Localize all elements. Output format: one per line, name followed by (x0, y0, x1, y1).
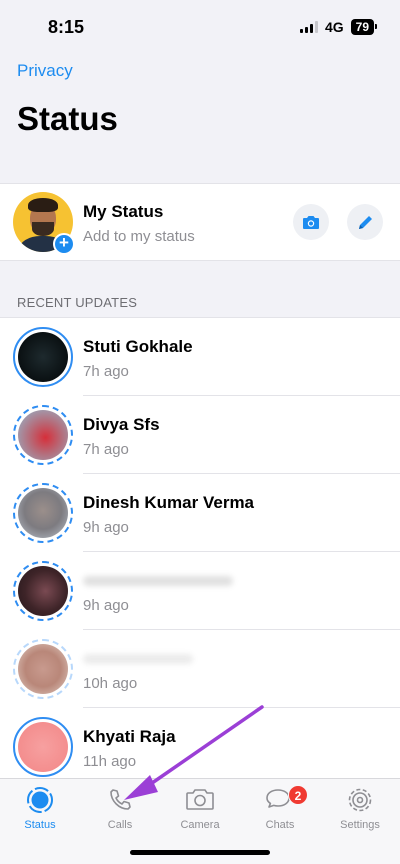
camera-button[interactable] (293, 204, 329, 240)
recent-updates-list: Stuti Gokhale 7h ago Divya Sfs 7h ago Di… (0, 317, 400, 786)
status-time: 11h ago (83, 753, 137, 770)
list-item[interactable]: Stuti Gokhale 7h ago (0, 318, 400, 396)
tab-label: Calls (107, 819, 133, 831)
status-bar: 8:15 4G 79 (0, 0, 400, 54)
tab-label: Settings (340, 819, 380, 831)
recent-updates-header: RECENT UPDATES (17, 295, 138, 310)
status-ring (13, 405, 73, 465)
camera-icon (303, 215, 319, 229)
contact-name: Khyati Raja (83, 727, 176, 746)
status-icon (27, 787, 53, 813)
edit-text-status-button[interactable] (347, 204, 383, 240)
battery-indicator: 79 (350, 19, 378, 35)
pencil-icon (358, 215, 372, 229)
status-time: 7h ago (83, 363, 129, 380)
contact-name: Stuti Gokhale (83, 337, 193, 356)
my-status-name: My Status (83, 202, 164, 221)
home-indicator[interactable] (130, 850, 270, 855)
tab-camera[interactable]: Camera (160, 785, 240, 837)
network-type: 4G (324, 19, 344, 35)
status-time: 7h ago (83, 441, 129, 458)
clock: 8:15 (48, 16, 85, 37)
my-status-row[interactable]: + My Status Add to my status (0, 183, 400, 261)
plus-icon[interactable]: + (53, 233, 75, 255)
contact-name: Dinesh Kumar Verma (83, 493, 255, 512)
avatar (18, 722, 68, 772)
status-indicators: 4G 79 (299, 19, 378, 35)
list-item[interactable]: Dinesh Kumar Verma 9h ago (0, 474, 400, 552)
my-status-subtitle: Add to my status (83, 228, 195, 245)
signal-icon (299, 21, 318, 33)
tab-status[interactable]: Status (0, 785, 80, 837)
list-item[interactable]: Khyati Raja 11h ago (0, 708, 400, 786)
contact-name (83, 649, 193, 669)
status-time: 9h ago (83, 519, 129, 536)
status-ring (13, 483, 73, 543)
contact-name (83, 571, 233, 591)
avatar (18, 566, 68, 616)
avatar (18, 332, 68, 382)
page-title: Status (17, 100, 118, 137)
status-time: 9h ago (83, 597, 129, 614)
phone-icon (110, 789, 131, 810)
status-time: 10h ago (83, 675, 138, 692)
tab-label: Chats (265, 819, 295, 831)
status-ring (13, 327, 73, 387)
avatar (18, 488, 68, 538)
status-ring (13, 639, 73, 699)
tab-chats[interactable]: 2 Chats (240, 785, 320, 837)
tab-settings[interactable]: Settings (320, 785, 400, 837)
contact-name: Divya Sfs (83, 415, 160, 434)
status-ring (13, 561, 73, 621)
tab-label: Camera (180, 819, 220, 831)
list-item[interactable]: 10h ago (0, 630, 400, 708)
list-item[interactable]: Divya Sfs 7h ago (0, 396, 400, 474)
tab-label: Status (24, 819, 56, 831)
tab-calls[interactable]: Calls (80, 785, 160, 837)
back-button-privacy[interactable]: Privacy (17, 61, 73, 81)
camera-icon (186, 789, 214, 810)
avatar (18, 410, 68, 460)
avatar (18, 644, 68, 694)
unread-badge: 2 (288, 785, 308, 805)
list-item[interactable]: 9h ago (0, 552, 400, 630)
status-ring (13, 717, 73, 777)
gear-icon (348, 788, 372, 812)
